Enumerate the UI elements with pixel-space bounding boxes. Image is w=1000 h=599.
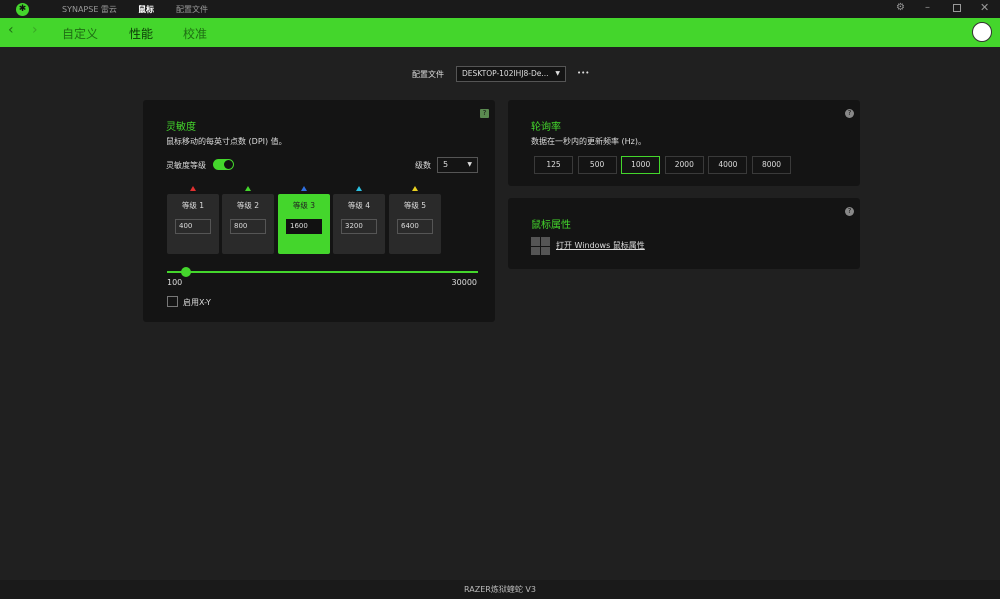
nav-bar: ‹ › 自定义 性能 校准 [0,18,1000,47]
stage-tile[interactable]: 等级 3 1600 [278,194,330,254]
profile-label: 配置文件 [412,70,444,79]
stage-label: 等级 2 [236,201,260,210]
tab-performance[interactable]: 性能 [129,25,153,42]
stage-color-indicator [412,186,418,191]
count-select[interactable]: 5 ▼ [437,157,478,173]
help-icon[interactable]: ? [845,109,854,118]
stage-color-indicator [356,186,362,191]
stages-toggle[interactable] [213,159,234,170]
close-icon[interactable]: ✕ [980,1,989,14]
polling-title: 轮询率 [531,122,561,133]
polling-desc: 数据在一秒内的更新频率 (Hz)。 [531,137,646,146]
stage-dpi-input[interactable]: 1600 [286,219,322,234]
stage-tile[interactable]: 等级 5 6400 [389,194,441,254]
dpi-slider-thumb[interactable] [181,267,191,277]
mouse-properties-card: ? 鼠标属性 打开 Windows 鼠标属性 [508,198,860,269]
maximize-icon[interactable] [953,4,961,12]
mouse-props-title: 鼠标属性 [531,220,571,231]
stage-color-indicator [190,186,196,191]
stage-dpi-input[interactable]: 6400 [397,219,433,234]
stage-color-indicator [245,186,251,191]
help-icon[interactable]: ? [845,207,854,216]
sensitivity-title: 灵敏度 [166,122,196,133]
footer: RAZER炼狱蝰蛇 V3 [0,580,1000,599]
xy-checkbox[interactable] [167,296,178,307]
slider-max: 30000 [451,278,477,287]
stage-dpi-input[interactable]: 800 [230,219,266,234]
settings-icon[interactable]: ⚙ [896,2,905,13]
polling-rate-button[interactable]: 4000 [708,156,748,174]
stage-dpi-input[interactable]: 400 [175,219,211,234]
more-options-button[interactable]: ••• [577,69,589,77]
profile-select[interactable]: DESKTOP-102IHJ8-De... ▼ [456,66,566,82]
nav-mouse[interactable]: 鼠标 [138,4,154,15]
count-value: 5 [443,160,449,169]
back-icon[interactable]: ‹ [8,22,14,38]
stage-tile[interactable]: 等级 1 400 [167,194,219,254]
stage-color-indicator [301,186,307,191]
sensitivity-card: ? 灵敏度 鼠标移动的每英寸点数 (DPI) 值。 灵敏度等级 级数 5 ▼ 等级… [143,100,495,322]
stage-label: 等级 1 [181,201,205,210]
razer-logo-icon[interactable]: ✱ [16,3,29,16]
polling-rate-button[interactable]: 2000 [664,156,704,174]
stage-tile[interactable]: 等级 2 800 [222,194,274,254]
stages-label: 灵敏度等级 [166,161,206,170]
polling-rate-button[interactable]: 8000 [752,156,791,174]
stage-dpi-input[interactable]: 3200 [341,219,377,234]
minimize-icon[interactable]: – [925,2,930,13]
stage-label: 等级 5 [403,201,427,210]
stage-label: 等级 3 [292,201,316,210]
windows-icon [531,237,550,255]
polling-card: ? 轮询率 数据在一秒内的更新频率 (Hz)。 125 500 1000 2000 40… [508,100,860,186]
chevron-down-icon: ▼ [467,161,472,168]
polling-rate-button[interactable]: 125 [534,156,573,174]
forward-icon[interactable]: › [32,22,38,38]
device-name: RAZER炼狱蝰蛇 V3 [464,585,536,594]
help-icon[interactable]: ? [480,109,489,118]
polling-rate-button[interactable]: 500 [577,156,617,174]
stage-label: 等级 4 [347,201,371,210]
avatar[interactable] [972,22,992,42]
tab-customize[interactable]: 自定义 [62,25,98,42]
tab-calibration[interactable]: 校准 [183,25,207,42]
nav-synapse[interactable]: SYNAPSE 雷云 [62,4,117,15]
sensitivity-desc: 鼠标移动的每英寸点数 (DPI) 值。 [166,137,287,146]
xy-label: 启用X-Y [183,298,211,307]
dpi-slider-track[interactable] [167,271,478,273]
slider-min: 100 [167,278,183,287]
count-label: 级数 [415,161,431,170]
nav-profiles[interactable]: 配置文件 [176,4,208,15]
stage-tile[interactable]: 等级 4 3200 [333,194,385,254]
title-bar: ✱ SYNAPSE 雷云 鼠标 配置文件 ⚙ – ✕ [0,0,1000,18]
open-mouse-properties-link[interactable]: 打开 Windows 鼠标属性 [556,240,645,251]
chevron-down-icon: ▼ [555,70,560,77]
profile-value: DESKTOP-102IHJ8-De... [462,69,549,78]
polling-rate-button[interactable]: 1000 [621,156,661,174]
